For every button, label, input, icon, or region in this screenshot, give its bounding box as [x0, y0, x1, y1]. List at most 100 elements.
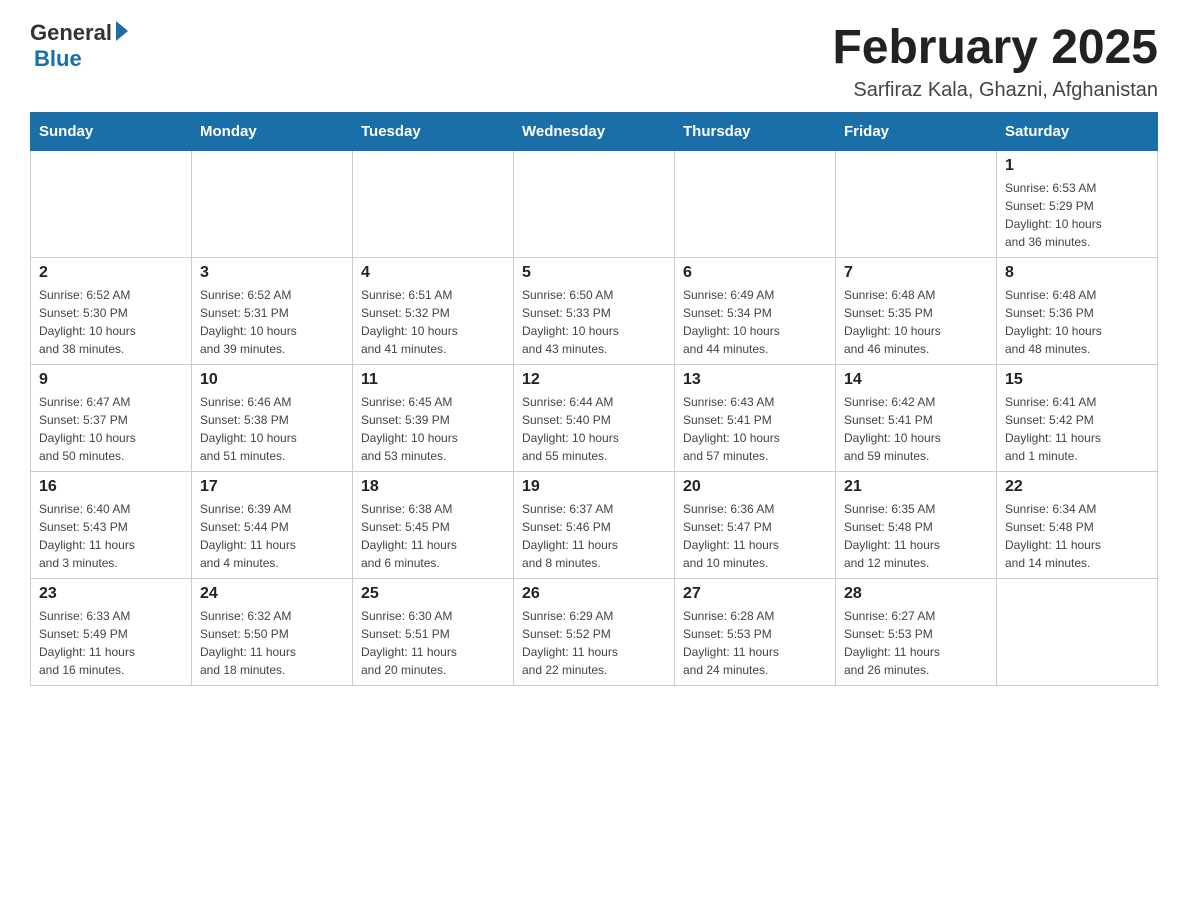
calendar-cell: 19 Sunrise: 6:37 AMSunset: 5:46 PMDayligh…: [514, 472, 675, 579]
day-info: Sunrise: 6:38 AMSunset: 5:45 PMDaylight:…: [361, 500, 505, 572]
calendar-cell: 8 Sunrise: 6:48 AMSunset: 5:36 PMDaylight…: [997, 258, 1158, 365]
day-info: Sunrise: 6:36 AMSunset: 5:47 PMDaylight:…: [683, 500, 827, 572]
day-info: Sunrise: 6:29 AMSunset: 5:52 PMDaylight:…: [522, 607, 666, 679]
calendar-cell: 6Sunrise: 6:49 AMSunset: 5:34 PMDaylight…: [675, 258, 836, 365]
calendar-cell: 23Sunrise: 6:33 AMSunset: 5:49 PMDayligh…: [31, 579, 192, 686]
day-info: Sunrise: 6:28 AMSunset: 5:53 PMDaylight:…: [683, 607, 827, 679]
week-row-2: 9 Sunrise: 6:47 AMSunset: 5:37 PMDaylight…: [31, 365, 1158, 472]
calendar-cell: 25Sunrise: 6:30 AMSunset: 5:51 PMDayligh…: [353, 579, 514, 686]
day-number: 28: [844, 585, 988, 603]
calendar-cell: 13 Sunrise: 6:43 AMSunset: 5:41 PMDayligh…: [675, 365, 836, 472]
day-number: 17: [200, 478, 344, 496]
week-row-3: 16Sunrise: 6:40 AMSunset: 5:43 PMDayligh…: [31, 472, 1158, 579]
calendar-cell: [836, 151, 997, 258]
subtitle: Sarfiraz Kala, Ghazni, Afghanistan: [832, 79, 1158, 102]
page-header: General Blue February 2025 Sarfiraz Kala…: [30, 20, 1158, 102]
day-info: Sunrise: 6:43 AMSunset: 5:41 PMDaylight:…: [683, 393, 827, 465]
day-info: Sunrise: 6:45 AMSunset: 5:39 PMDaylight:…: [361, 393, 505, 465]
day-number: 14: [844, 371, 988, 389]
calendar-cell: 20 Sunrise: 6:36 AMSunset: 5:47 PMDayligh…: [675, 472, 836, 579]
calendar-cell: 26 Sunrise: 6:29 AMSunset: 5:52 PMDayligh…: [514, 579, 675, 686]
calendar-cell: 7Sunrise: 6:48 AMSunset: 5:35 PMDaylight…: [836, 258, 997, 365]
title-section: February 2025 Sarfiraz Kala, Ghazni, Afg…: [832, 20, 1158, 102]
header-row: SundayMondayTuesdayWednesdayThursdayFrid…: [31, 113, 1158, 151]
calendar-cell: 10 Sunrise: 6:46 AMSunset: 5:38 PMDayligh…: [192, 365, 353, 472]
calendar-cell: [31, 151, 192, 258]
day-info: Sunrise: 6:33 AMSunset: 5:49 PMDaylight:…: [39, 607, 183, 679]
logo: General Blue: [30, 20, 128, 72]
calendar-cell: 28 Sunrise: 6:27 AMSunset: 5:53 PMDayligh…: [836, 579, 997, 686]
calendar-cell: [192, 151, 353, 258]
calendar-cell: [514, 151, 675, 258]
day-number: 20: [683, 478, 827, 496]
day-info: Sunrise: 6:52 AMSunset: 5:31 PMDaylight:…: [200, 286, 344, 358]
calendar-cell: 15 Sunrise: 6:41 AMSunset: 5:42 PMDayligh…: [997, 365, 1158, 472]
day-number: 1: [1005, 157, 1149, 175]
week-row-4: 23Sunrise: 6:33 AMSunset: 5:49 PMDayligh…: [31, 579, 1158, 686]
day-number: 15: [1005, 371, 1149, 389]
day-number: 8: [1005, 264, 1149, 282]
day-info: Sunrise: 6:53 AMSunset: 5:29 PMDaylight:…: [1005, 179, 1149, 251]
day-info: Sunrise: 6:49 AMSunset: 5:34 PMDaylight:…: [683, 286, 827, 358]
day-number: 9: [39, 371, 183, 389]
calendar-cell: 4 Sunrise: 6:51 AMSunset: 5:32 PMDaylight…: [353, 258, 514, 365]
main-title: February 2025: [832, 20, 1158, 75]
day-info: Sunrise: 6:52 AMSunset: 5:30 PMDaylight:…: [39, 286, 183, 358]
day-info: Sunrise: 6:32 AMSunset: 5:50 PMDaylight:…: [200, 607, 344, 679]
calendar-cell: [353, 151, 514, 258]
day-number: 10: [200, 371, 344, 389]
logo-general-text: General: [30, 20, 112, 46]
header-thursday: Thursday: [675, 113, 836, 151]
header-saturday: Saturday: [997, 113, 1158, 151]
day-info: Sunrise: 6:27 AMSunset: 5:53 PMDaylight:…: [844, 607, 988, 679]
day-number: 11: [361, 371, 505, 389]
calendar-cell: 18 Sunrise: 6:38 AMSunset: 5:45 PMDayligh…: [353, 472, 514, 579]
day-info: Sunrise: 6:51 AMSunset: 5:32 PMDaylight:…: [361, 286, 505, 358]
calendar-cell: [675, 151, 836, 258]
calendar-cell: 5Sunrise: 6:50 AMSunset: 5:33 PMDaylight…: [514, 258, 675, 365]
day-number: 22: [1005, 478, 1149, 496]
day-number: 16: [39, 478, 183, 496]
header-friday: Friday: [836, 113, 997, 151]
day-info: Sunrise: 6:48 AMSunset: 5:35 PMDaylight:…: [844, 286, 988, 358]
day-info: Sunrise: 6:47 AMSunset: 5:37 PMDaylight:…: [39, 393, 183, 465]
header-sunday: Sunday: [31, 113, 192, 151]
header-tuesday: Tuesday: [353, 113, 514, 151]
header-wednesday: Wednesday: [514, 113, 675, 151]
calendar-cell: 1 Sunrise: 6:53 AMSunset: 5:29 PMDaylight…: [997, 151, 1158, 258]
calendar-header: SundayMondayTuesdayWednesdayThursdayFrid…: [31, 113, 1158, 151]
day-info: Sunrise: 6:41 AMSunset: 5:42 PMDaylight:…: [1005, 393, 1149, 465]
day-info: Sunrise: 6:50 AMSunset: 5:33 PMDaylight:…: [522, 286, 666, 358]
day-number: 27: [683, 585, 827, 603]
calendar-cell: 24 Sunrise: 6:32 AMSunset: 5:50 PMDayligh…: [192, 579, 353, 686]
day-number: 21: [844, 478, 988, 496]
day-info: Sunrise: 6:39 AMSunset: 5:44 PMDaylight:…: [200, 500, 344, 572]
day-number: 19: [522, 478, 666, 496]
day-info: Sunrise: 6:48 AMSunset: 5:36 PMDaylight:…: [1005, 286, 1149, 358]
calendar-cell: 2 Sunrise: 6:52 AMSunset: 5:30 PMDaylight…: [31, 258, 192, 365]
calendar-cell: 27 Sunrise: 6:28 AMSunset: 5:53 PMDayligh…: [675, 579, 836, 686]
day-info: Sunrise: 6:34 AMSunset: 5:48 PMDaylight:…: [1005, 500, 1149, 572]
day-info: Sunrise: 6:46 AMSunset: 5:38 PMDaylight:…: [200, 393, 344, 465]
calendar-cell: 22 Sunrise: 6:34 AMSunset: 5:48 PMDayligh…: [997, 472, 1158, 579]
calendar-table: SundayMondayTuesdayWednesdayThursdayFrid…: [30, 112, 1158, 686]
calendar-cell: 9 Sunrise: 6:47 AMSunset: 5:37 PMDaylight…: [31, 365, 192, 472]
logo-blue-text: Blue: [34, 46, 82, 72]
header-monday: Monday: [192, 113, 353, 151]
day-number: 12: [522, 371, 666, 389]
calendar-cell: 21 Sunrise: 6:35 AMSunset: 5:48 PMDayligh…: [836, 472, 997, 579]
calendar-body: 1 Sunrise: 6:53 AMSunset: 5:29 PMDaylight…: [31, 151, 1158, 686]
calendar-cell: 17 Sunrise: 6:39 AMSunset: 5:44 PMDayligh…: [192, 472, 353, 579]
day-number: 2: [39, 264, 183, 282]
day-number: 26: [522, 585, 666, 603]
day-number: 18: [361, 478, 505, 496]
day-info: Sunrise: 6:42 AMSunset: 5:41 PMDaylight:…: [844, 393, 988, 465]
day-info: Sunrise: 6:35 AMSunset: 5:48 PMDaylight:…: [844, 500, 988, 572]
day-number: 25: [361, 585, 505, 603]
day-number: 13: [683, 371, 827, 389]
calendar-cell: 12Sunrise: 6:44 AMSunset: 5:40 PMDayligh…: [514, 365, 675, 472]
day-number: 4: [361, 264, 505, 282]
week-row-1: 2 Sunrise: 6:52 AMSunset: 5:30 PMDaylight…: [31, 258, 1158, 365]
day-info: Sunrise: 6:37 AMSunset: 5:46 PMDaylight:…: [522, 500, 666, 572]
day-number: 24: [200, 585, 344, 603]
